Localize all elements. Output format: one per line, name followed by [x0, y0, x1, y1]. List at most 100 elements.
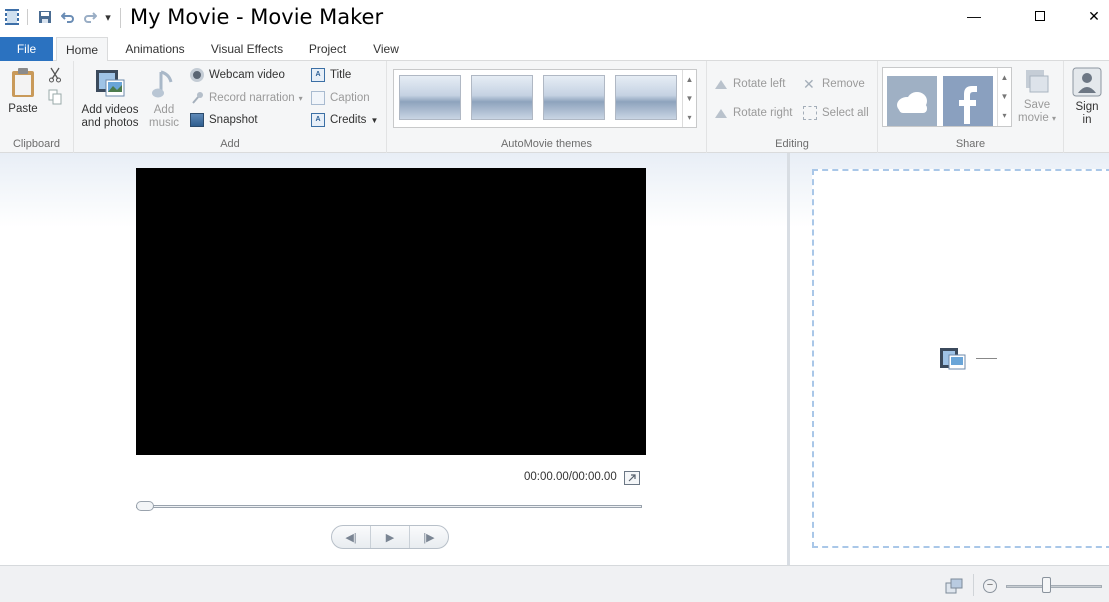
- add-videos-label-line2: and photos: [81, 117, 139, 129]
- add-videos-label-line1: Add videos: [81, 104, 139, 116]
- customize-quick-access-icon[interactable]: ▾: [102, 8, 114, 26]
- undo-icon[interactable]: [60, 8, 76, 26]
- remove-button[interactable]: ✕ Remove: [803, 75, 865, 93]
- remove-label: Remove: [822, 78, 865, 90]
- share-more-icon[interactable]: ▾: [998, 106, 1011, 125]
- share-gallery: ▲ ▼ ▾: [882, 67, 1012, 127]
- webcam-icon: [190, 68, 204, 82]
- add-music-button[interactable]: Add music: [146, 68, 182, 130]
- facebook-icon[interactable]: [943, 76, 993, 126]
- sign-in-label-line2: in: [1082, 114, 1092, 126]
- caption-label: Caption: [330, 92, 370, 104]
- fullscreen-icon[interactable]: [624, 471, 640, 485]
- credits-button[interactable]: A Credits ▼: [311, 111, 378, 129]
- add-music-label-line2: music: [148, 117, 180, 129]
- main-area: 00:00.00/00:00.00 ◀| ▶ |▶: [0, 153, 1109, 565]
- snapshot-label: Snapshot: [209, 114, 258, 126]
- rotate-right-label: Rotate right: [733, 107, 793, 119]
- tab-view[interactable]: View: [364, 37, 408, 61]
- gallery-scroll-up-icon[interactable]: ▲: [683, 70, 696, 89]
- ribbon-tab-bar: File Home Animations Visual Effects Proj…: [0, 37, 1109, 62]
- zoom-out-button[interactable]: −: [983, 579, 997, 593]
- share-group-label: Share: [955, 138, 986, 150]
- clipboard-group: Paste Clipboard: [0, 61, 74, 153]
- caption-icon: [311, 91, 325, 105]
- rotate-left-label: Rotate left: [733, 78, 786, 90]
- add-media-icon: [939, 345, 967, 373]
- webcam-video-button[interactable]: Webcam video: [190, 66, 285, 84]
- onedrive-icon[interactable]: [887, 76, 937, 126]
- ribbon: Paste Clipboard Add videos and photos Ad…: [0, 61, 1109, 153]
- paste-button[interactable]: Paste: [4, 67, 42, 116]
- credits-icon: A: [311, 113, 325, 127]
- tab-home[interactable]: Home: [56, 37, 108, 62]
- play-button[interactable]: ▶: [371, 526, 410, 548]
- caption-button[interactable]: Caption: [311, 89, 370, 107]
- window-title: My Movie - Movie Maker: [130, 5, 384, 29]
- gallery-more-icon[interactable]: ▾: [683, 108, 696, 127]
- user-icon: [1072, 67, 1102, 97]
- add-group-label: Add: [220, 138, 240, 150]
- save-icon[interactable]: [37, 8, 53, 26]
- tab-project[interactable]: Project: [300, 37, 355, 61]
- share-group: ▲ ▼ ▾ Save movie ▾ Share: [878, 61, 1064, 153]
- theme-thumbnail[interactable]: [543, 75, 605, 120]
- record-narration-label: Record narration: [209, 92, 295, 104]
- credits-dropdown-icon: ▼: [370, 115, 379, 125]
- rotate-left-button[interactable]: Rotate left: [714, 75, 785, 93]
- tab-animations[interactable]: Animations: [116, 37, 194, 61]
- select-all-icon: [803, 106, 817, 120]
- share-scroll-down-icon[interactable]: ▼: [998, 87, 1011, 106]
- storyboard-pane[interactable]: [812, 169, 1109, 548]
- save-movie-button[interactable]: Save movie ▾: [1017, 67, 1057, 125]
- previous-frame-button[interactable]: ◀|: [332, 526, 371, 548]
- gallery-scroll-down-icon[interactable]: ▼: [683, 89, 696, 108]
- save-movie-icon: [1026, 70, 1049, 93]
- title-icon: A: [311, 68, 325, 82]
- record-narration-dropdown-icon: ▾: [298, 93, 303, 103]
- seek-track: [136, 505, 642, 508]
- tab-visual-effects[interactable]: Visual Effects: [204, 37, 290, 61]
- pane-splitter[interactable]: [787, 153, 790, 565]
- paste-label: Paste: [8, 103, 38, 115]
- automovie-themes-label: AutoMovie themes: [500, 138, 593, 150]
- cut-icon[interactable]: [48, 67, 64, 83]
- redo-icon[interactable]: [82, 8, 98, 26]
- maximize-icon: [1035, 11, 1045, 21]
- share-gallery-scrollbar: ▲ ▼ ▾: [997, 68, 1011, 126]
- preview-pane: 00:00.00/00:00.00 ◀| ▶ |▶: [0, 153, 787, 565]
- copy-icon[interactable]: [48, 89, 64, 105]
- add-music-label-line1: Add: [153, 104, 175, 116]
- seek-thumb[interactable]: [136, 501, 154, 511]
- status-bar: −: [0, 565, 1109, 602]
- theme-thumbnail[interactable]: [615, 75, 677, 120]
- snapshot-button[interactable]: Snapshot: [190, 111, 258, 129]
- paste-icon: [12, 68, 34, 97]
- zoom-slider-thumb[interactable]: [1042, 577, 1052, 593]
- select-all-button[interactable]: Select all: [803, 104, 869, 122]
- tab-file[interactable]: File: [0, 37, 53, 61]
- rotate-right-icon: [714, 106, 728, 120]
- playback-controls: ◀| ▶ |▶: [331, 525, 449, 549]
- rotate-right-button[interactable]: Rotate right: [714, 104, 792, 122]
- theme-thumbnail[interactable]: [399, 75, 461, 120]
- record-narration-button[interactable]: Record narration ▾: [190, 89, 303, 107]
- theme-thumbnail[interactable]: [471, 75, 533, 120]
- select-all-label: Select all: [822, 107, 869, 119]
- zoom-slider[interactable]: [1006, 585, 1102, 588]
- minimize-button[interactable]: —: [951, 0, 997, 32]
- app-icon[interactable]: [4, 8, 20, 26]
- sign-in-button[interactable]: Sign in: [1069, 67, 1105, 127]
- title-button[interactable]: A Title: [311, 66, 351, 84]
- video-preview[interactable]: [136, 168, 646, 455]
- maximize-button[interactable]: [1017, 0, 1063, 32]
- thumbnail-size-icon[interactable]: [945, 578, 963, 594]
- title-label: Title: [330, 69, 352, 81]
- seek-bar[interactable]: [136, 501, 642, 511]
- close-button[interactable]: ✕: [1079, 0, 1109, 32]
- add-videos-and-photos-button[interactable]: Add videos and photos: [78, 68, 142, 130]
- share-scroll-up-icon[interactable]: ▲: [998, 68, 1011, 87]
- next-frame-button[interactable]: |▶: [410, 526, 448, 548]
- status-separator: [973, 574, 974, 596]
- title-separator: [120, 8, 121, 28]
